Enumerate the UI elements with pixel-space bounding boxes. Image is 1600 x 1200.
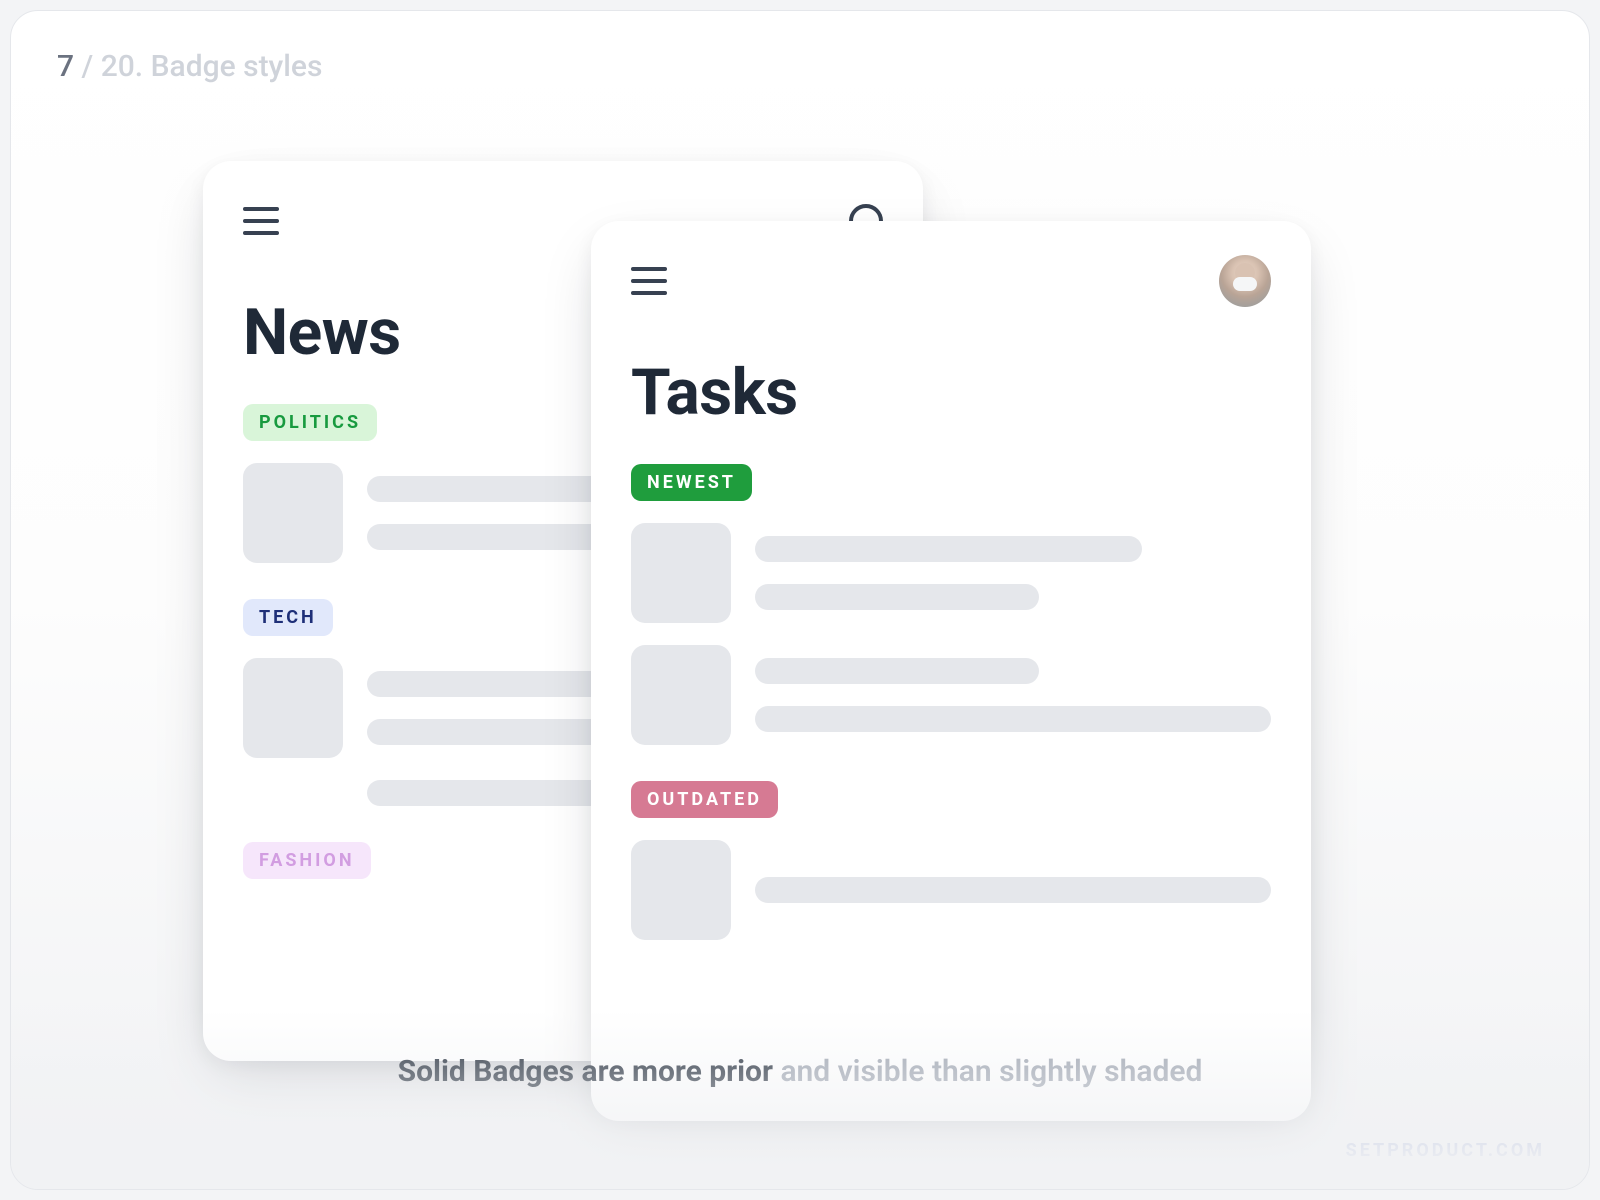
- thumbnail-placeholder: [243, 463, 343, 563]
- avatar[interactable]: [1219, 255, 1271, 307]
- badge-fashion[interactable]: FASHION: [243, 842, 371, 879]
- line-placeholder: [755, 658, 1039, 684]
- list-item: [631, 523, 1271, 623]
- list-item: [631, 645, 1271, 745]
- menu-icon[interactable]: [243, 207, 279, 235]
- badge-newest[interactable]: NEWEST: [631, 464, 752, 501]
- card-tasks: Tasks NEWEST: [591, 221, 1311, 1121]
- thumbnail-placeholder: [631, 840, 731, 940]
- text-placeholder-group: [755, 645, 1271, 745]
- caption-strong: Solid Badges are more prior: [398, 1054, 773, 1089]
- caption-rest: and visible than slightly shaded: [773, 1054, 1202, 1089]
- list-item: [631, 840, 1271, 940]
- card-tasks-topbar: [631, 257, 1271, 305]
- line-placeholder: [755, 706, 1271, 732]
- line-placeholder: [755, 877, 1271, 903]
- text-placeholder-group: [755, 840, 1271, 940]
- thumbnail-placeholder: [243, 658, 343, 758]
- thumbnail-placeholder: [631, 645, 731, 745]
- slide-number-total-title: 20. Badge styles: [101, 49, 323, 84]
- badge-tech[interactable]: TECH: [243, 599, 333, 636]
- line-placeholder: [755, 536, 1142, 562]
- slide-number-current: 7: [57, 49, 74, 84]
- thumbnail-placeholder: [631, 523, 731, 623]
- badge-politics[interactable]: POLITICS: [243, 404, 377, 441]
- text-placeholder-group: [755, 523, 1271, 623]
- slide-caption: Solid Badges are more prior and visible …: [11, 1054, 1589, 1089]
- badge-outdated[interactable]: OUTDATED: [631, 781, 778, 818]
- tasks-group-outdated: OUTDATED: [631, 781, 1271, 940]
- tasks-group-newest: NEWEST: [631, 464, 1271, 745]
- card-tasks-title: Tasks: [631, 355, 1271, 430]
- slide-header: 7 / 20. Badge styles: [57, 49, 322, 84]
- watermark: SETPRODUCT.COM: [1346, 1140, 1545, 1161]
- menu-icon[interactable]: [631, 267, 667, 295]
- slide-number-separator: /: [74, 49, 101, 84]
- slide-frame: 7 / 20. Badge styles News POLITICS: [10, 10, 1590, 1190]
- stage: News POLITICS TECH: [11, 161, 1589, 1189]
- line-placeholder: [755, 584, 1039, 610]
